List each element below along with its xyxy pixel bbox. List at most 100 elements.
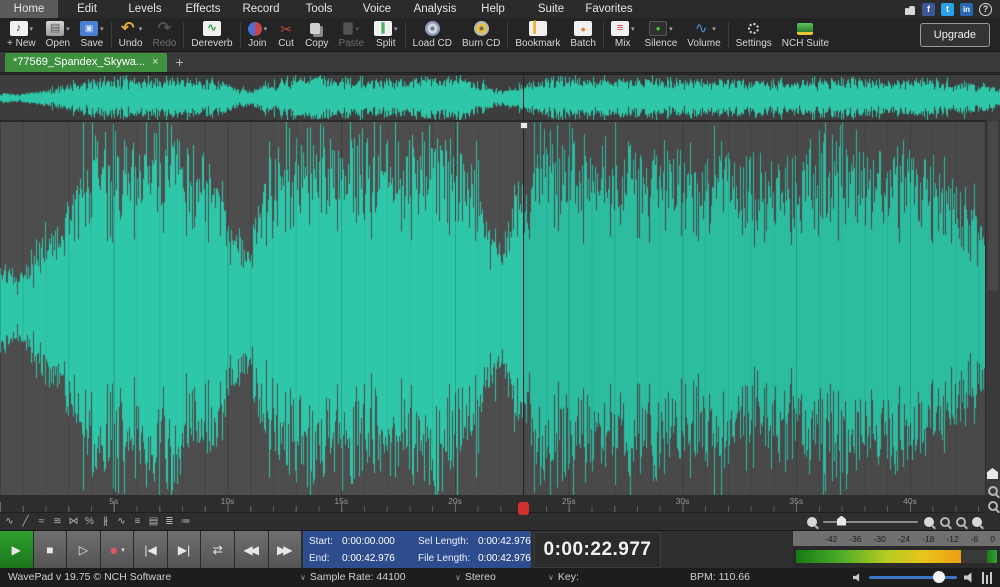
menu-item-voice[interactable]: Voice (348, 0, 406, 18)
open-button[interactable]: ▤▾Open (41, 20, 75, 50)
list-tool-icon[interactable]: ≣ (162, 515, 177, 529)
dropdown-caret-icon[interactable]: ▾ (66, 25, 70, 33)
play-speed-button[interactable]: ▷ (67, 531, 101, 569)
menu-item-favorites[interactable]: Favorites (580, 0, 638, 18)
vertical-zoom-out-icon[interactable] (988, 501, 998, 511)
menu-item-record[interactable]: Record (232, 0, 290, 18)
ruler-label-40s: 40s (903, 496, 917, 506)
channels-dropdown[interactable]: ∨ Stereo (455, 568, 496, 587)
vertical-zoom-in-icon[interactable] (988, 486, 998, 496)
bookmark-button[interactable]: ▎Bookmark (510, 20, 565, 50)
zoom-slider-track[interactable] (823, 521, 918, 523)
zoom-full-button[interactable] (972, 517, 982, 527)
tab-close-icon[interactable]: × (152, 56, 158, 68)
dropdown-caret-icon[interactable]: ▾ (631, 25, 635, 33)
cut-icon-glyph: ✂ (277, 21, 295, 36)
dropdown-caret-icon[interactable]: ▾ (100, 25, 104, 33)
new-button[interactable]: ♪▾+ New (2, 20, 41, 50)
silence-button[interactable]: ●▾Silence (639, 20, 682, 50)
upgrade-button[interactable]: Upgrade (920, 23, 990, 47)
zoom-selection-button[interactable] (956, 517, 966, 527)
record-button[interactable]: ●▾ (101, 531, 135, 569)
volume-slider[interactable] (869, 576, 957, 579)
zoom-in-button[interactable] (924, 517, 934, 527)
skip-to-start-button[interactable]: |◀ (134, 531, 168, 569)
help-icon[interactable]: ? (979, 3, 992, 16)
sample-rate-dropdown[interactable]: ∨ Sample Rate: 44100 (300, 568, 406, 587)
smooth-tool-icon[interactable]: ≈ (34, 515, 49, 529)
levels-tool-icon[interactable]: ≡ (130, 515, 145, 529)
batch-button[interactable]: •Batch (565, 20, 601, 50)
waveform-select-tool-icon[interactable]: ∿ (2, 515, 17, 529)
menu-item-suite[interactable]: Suite (522, 0, 580, 18)
mixer-icon[interactable] (982, 572, 992, 584)
vertical-scrollbar-thumb[interactable] (988, 121, 998, 291)
dropdown-caret-icon[interactable]: ▾ (712, 25, 716, 33)
dropdown-caret-icon[interactable]: ▾ (30, 25, 34, 33)
menu-item-tools[interactable]: Tools (290, 0, 348, 18)
dropdown-caret-icon[interactable]: ▾ (394, 25, 398, 33)
menu-item-edit[interactable]: Edit (58, 0, 116, 18)
play-button[interactable]: ▶ (0, 531, 34, 569)
loop-button[interactable]: ⇄ (201, 531, 235, 569)
file-length-value: 0:00:42.976 (478, 553, 537, 564)
noise-tool-icon[interactable]: ∿ (114, 515, 129, 529)
nch-suite-button[interactable]: NCH Suite (777, 20, 834, 50)
volume-slider-knob[interactable] (933, 571, 945, 583)
dropdown-caret-icon[interactable]: ▾ (669, 25, 673, 33)
playhead-marker[interactable] (518, 502, 529, 515)
record-dropdown-caret-icon[interactable]: ▾ (121, 546, 125, 554)
key-dropdown[interactable]: ∨ Key: (548, 568, 579, 587)
copy-button[interactable]: Copy (300, 20, 333, 50)
settings-button[interactable]: Settings (731, 20, 777, 50)
skip-to-end-button[interactable]: ▶| (168, 531, 202, 569)
timeline-ruler[interactable]: 5s10s15s20s25s30s35s40s (0, 495, 985, 513)
mix-button[interactable]: ≡▾Mix (606, 20, 640, 50)
blocks-tool-icon[interactable]: ▤ (146, 515, 161, 529)
wave-edit-tool-icon[interactable]: ≋ (50, 515, 65, 529)
split-button[interactable]: ∥▾Split (369, 20, 403, 50)
overview-playhead-line[interactable] (523, 74, 524, 120)
zoom-out-button[interactable] (940, 517, 950, 527)
burn-cd-button[interactable]: Burn CD (457, 20, 505, 50)
menu-item-help[interactable]: Help (464, 0, 522, 18)
menu-item-effects[interactable]: Effects (174, 0, 232, 18)
like-icon[interactable] (903, 3, 916, 16)
assign-tool-icon[interactable]: ≔ (178, 515, 193, 529)
split-region-tool-icon[interactable]: ∦ (98, 515, 113, 529)
speaker-high-icon[interactable] (964, 572, 975, 583)
dropdown-caret-icon[interactable]: ▾ (355, 25, 359, 33)
start-value: 0:00:00.000 (342, 536, 418, 547)
percent-tool-icon[interactable]: % (82, 515, 97, 529)
speaker-low-icon[interactable] (853, 573, 862, 582)
menu-item-analysis[interactable]: Analysis (406, 0, 464, 18)
rewind-button[interactable]: ◀◀ (235, 531, 269, 569)
volume-button[interactable]: ∿▾Volume (682, 20, 725, 50)
waveform-overview[interactable] (0, 74, 1000, 121)
stop-button[interactable]: ■ (34, 531, 68, 569)
dropdown-caret-icon[interactable]: ▾ (264, 25, 268, 33)
bookmark-icon: ▎ (529, 21, 547, 37)
facebook-icon[interactable]: f (922, 3, 935, 16)
zoom-slider-handle[interactable] (837, 516, 846, 526)
new-tab-button[interactable]: + (176, 54, 184, 70)
vertical-scrollbar[interactable] (985, 120, 1000, 495)
save-button[interactable]: ▣▾Save (75, 20, 109, 50)
join-button[interactable]: ▾Join (243, 20, 273, 50)
pencil-tool-icon[interactable]: ╱ (18, 515, 33, 529)
menu-item-levels[interactable]: Levels (116, 0, 174, 18)
twitter-icon[interactable]: t (941, 3, 954, 16)
fast-forward-button[interactable]: ▶▶ (269, 531, 303, 569)
playhead-handle[interactable] (520, 122, 528, 129)
playhead-line[interactable] (523, 122, 524, 495)
linkedin-icon[interactable]: in (960, 3, 973, 16)
cut-button[interactable]: ✂Cut (272, 20, 300, 50)
duplicate-tool-icon[interactable]: ⋈ (66, 515, 81, 529)
document-tab[interactable]: *77569_Spandex_Skywa... × (5, 53, 167, 72)
dropdown-caret-icon[interactable]: ▾ (139, 25, 143, 33)
waveform-main[interactable] (0, 120, 985, 495)
load-cd-button[interactable]: Load CD (408, 20, 457, 50)
undo-button[interactable]: ↶▾Undo (114, 20, 148, 50)
dereverb-button[interactable]: ∿Dereverb (186, 20, 237, 50)
menu-item-home[interactable]: Home (0, 0, 58, 18)
